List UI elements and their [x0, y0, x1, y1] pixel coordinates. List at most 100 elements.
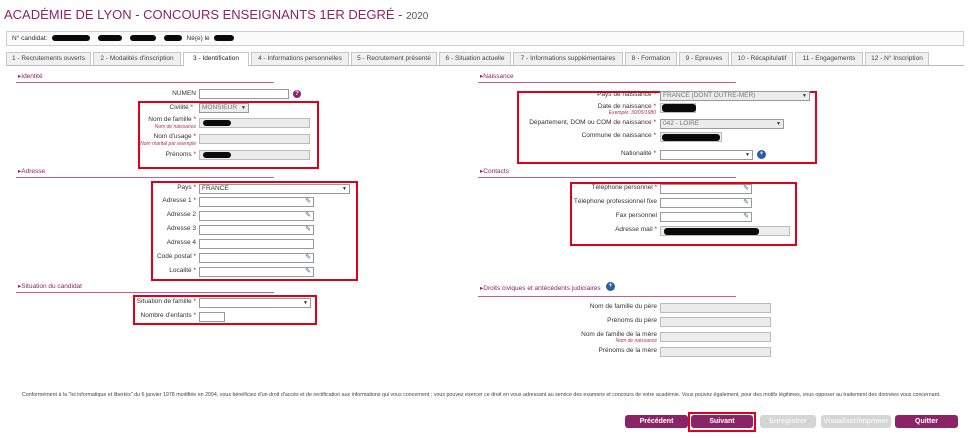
- tab-recapitulatif[interactable]: 10 - Récapitulatif: [731, 52, 793, 65]
- adresse4-input[interactable]: [199, 239, 314, 249]
- departement-value: 042 - LOIRE: [663, 120, 700, 127]
- mere-prenoms-input[interactable]: [660, 347, 771, 357]
- nom-usage-label: Nom d'usage *: [153, 133, 196, 140]
- pencil-icon: ✎: [305, 254, 311, 261]
- commune-label: Commune de naissance *: [581, 132, 656, 139]
- tel-pro-input[interactable]: ✎: [660, 198, 752, 208]
- tel-perso-input[interactable]: ✎: [660, 184, 752, 194]
- pere-prenoms-label: Prénoms du père: [607, 317, 657, 324]
- code-postal-input[interactable]: ✎: [199, 253, 314, 263]
- redacted-mail: [664, 228, 759, 235]
- info-icon[interactable]: +: [757, 150, 766, 159]
- suivant-button[interactable]: Suivant: [691, 415, 753, 428]
- adresse1-label: Adresse 1 *: [162, 197, 196, 204]
- tab-modalites-inscription[interactable]: 2 - Modalités d'inscription: [93, 52, 181, 65]
- tab-recrutements-ouverts[interactable]: 1 - Recrutements ouverts: [6, 52, 91, 65]
- redacted-commune: [662, 134, 720, 141]
- tab-informations-supplementaires[interactable]: 7 - Informations supplémentaires: [513, 52, 623, 65]
- chevron-down-icon: ▼: [342, 186, 347, 192]
- tab-numero-inscription[interactable]: 12 - N° Inscription: [865, 52, 929, 65]
- divider-adresse: [16, 177, 274, 178]
- info-icon[interactable]: +: [606, 282, 615, 291]
- mere-nom-label: Nom de famille de la mère: [581, 331, 657, 338]
- civilite-value: MONSIEUR: [202, 104, 238, 111]
- pere-nom-input[interactable]: [660, 303, 771, 313]
- tab-epreuves[interactable]: 9 - Epreuves: [679, 52, 729, 65]
- nationalite-label: Nationalité *: [620, 150, 656, 157]
- pays-select[interactable]: FRANCE ▼: [199, 184, 350, 194]
- mere-prenoms-label: Prénoms de la mère: [598, 347, 657, 354]
- pencil-icon: ✎: [305, 212, 311, 219]
- pencil-icon: ✎: [305, 198, 311, 205]
- departement-label: Département, DOM ou COM de naissance *: [529, 119, 656, 126]
- adresse4-label: Adresse 4: [166, 239, 196, 246]
- help-icon[interactable]: ?: [293, 90, 301, 98]
- mere-nom-sub: Nom de naissance: [615, 338, 657, 344]
- section-situation: Situation du candidat: [18, 282, 82, 290]
- date-naissance-sub: Exemple: 30/05/1980: [608, 110, 656, 116]
- mere-nom-input[interactable]: [660, 332, 771, 342]
- tab-informations-personnelles[interactable]: 4 - Informations personnelles: [251, 52, 349, 65]
- nom-usage-input[interactable]: [199, 134, 310, 144]
- redacted-nom-famille: [203, 120, 231, 126]
- divider-identite: [16, 82, 274, 83]
- tab-engagements[interactable]: 11 - Engagements: [795, 52, 863, 65]
- pays-naissance-select[interactable]: FRANCE (DONT OUTRE-MER) ▼: [660, 91, 810, 101]
- precedent-button[interactable]: Précédent: [625, 415, 688, 428]
- born-label: Né(e) le: [186, 35, 210, 42]
- mail-label: Adresse mail *: [615, 226, 657, 233]
- divider-naissance: [478, 82, 736, 83]
- adresse3-input[interactable]: ✎: [199, 225, 314, 235]
- divider-contacts: [478, 177, 736, 178]
- numen-label: NUMEN: [172, 90, 196, 97]
- famille-select[interactable]: ▼: [199, 298, 311, 308]
- nom-famille-label: Nom de famille *: [148, 116, 196, 123]
- adresse2-label: Adresse 2: [166, 211, 196, 218]
- tel-pro-label: Téléphone professionnel fixe: [573, 198, 657, 205]
- redacted-name-3: [163, 35, 182, 42]
- legal-notice: Conformément à la "loi informatique et l…: [22, 392, 941, 398]
- civilite-select[interactable]: MONSIEUR ▼: [199, 103, 249, 113]
- pencil-icon: ✎: [743, 185, 749, 192]
- pere-prenoms-input[interactable]: [660, 317, 771, 327]
- chevron-down-icon: ▼: [303, 300, 308, 306]
- pencil-icon: ✎: [743, 199, 749, 206]
- section-naissance: Naissance: [480, 72, 513, 80]
- tab-identification[interactable]: 3 - Identification: [183, 52, 249, 66]
- localite-label: Localité *: [169, 267, 196, 274]
- fax-input[interactable]: ✎: [660, 212, 752, 222]
- redacted-date-naissance: [662, 104, 696, 112]
- tab-formation[interactable]: 8 - Formation: [625, 52, 677, 65]
- redacted-birthdate: [214, 35, 235, 42]
- nationalite-select[interactable]: ▼: [660, 150, 753, 160]
- nom-famille-sub: Nom de naissance: [154, 124, 196, 130]
- enfants-input[interactable]: [199, 312, 225, 322]
- pays-naissance-label: Pays de naissance *: [597, 91, 656, 98]
- adresse2-input[interactable]: ✎: [199, 211, 314, 221]
- chevron-down-icon: ▼: [802, 93, 807, 99]
- numen-input[interactable]: [199, 89, 289, 99]
- tab-bar: 1 - Recrutements ouverts 2 - Modalités d…: [6, 52, 964, 66]
- tab-situation-actuelle[interactable]: 6 - Situation actuelle: [439, 52, 511, 65]
- title-year: 2020: [406, 11, 429, 22]
- code-postal-label: Code postal *: [156, 253, 196, 260]
- famille-label: Situation de famille *: [136, 298, 196, 305]
- prenoms-label: Prénoms *: [165, 151, 196, 158]
- chevron-down-icon: ▼: [745, 152, 750, 158]
- tab-recrutement-presente[interactable]: 5 - Recrutement présenté: [351, 52, 437, 65]
- enregistrer-button[interactable]: Enregistrer: [760, 415, 816, 428]
- pays-value: FRANCE: [202, 185, 229, 192]
- section-identite: Identité: [18, 72, 42, 80]
- tel-perso-label: Téléphone personnel *: [591, 184, 657, 191]
- candidate-bar: N° candidat: Né(e) le: [6, 31, 964, 46]
- quitter-button[interactable]: Quitter: [895, 415, 958, 428]
- departement-select[interactable]: 042 - LOIRE ▼: [660, 119, 784, 129]
- visualiser-imprimer-button[interactable]: Visualiser/Imprimer: [821, 415, 891, 428]
- section-droits: Droits civiques et antécédents judiciair…: [480, 284, 600, 292]
- section-contacts: Contacts: [480, 167, 509, 175]
- divider-droits: [478, 296, 736, 297]
- localite-input[interactable]: ✎: [199, 267, 314, 277]
- redacted-name-2: [129, 35, 156, 42]
- adresse1-input[interactable]: ✎: [199, 197, 314, 207]
- enfants-label: Nombre d'enfants *: [140, 312, 196, 319]
